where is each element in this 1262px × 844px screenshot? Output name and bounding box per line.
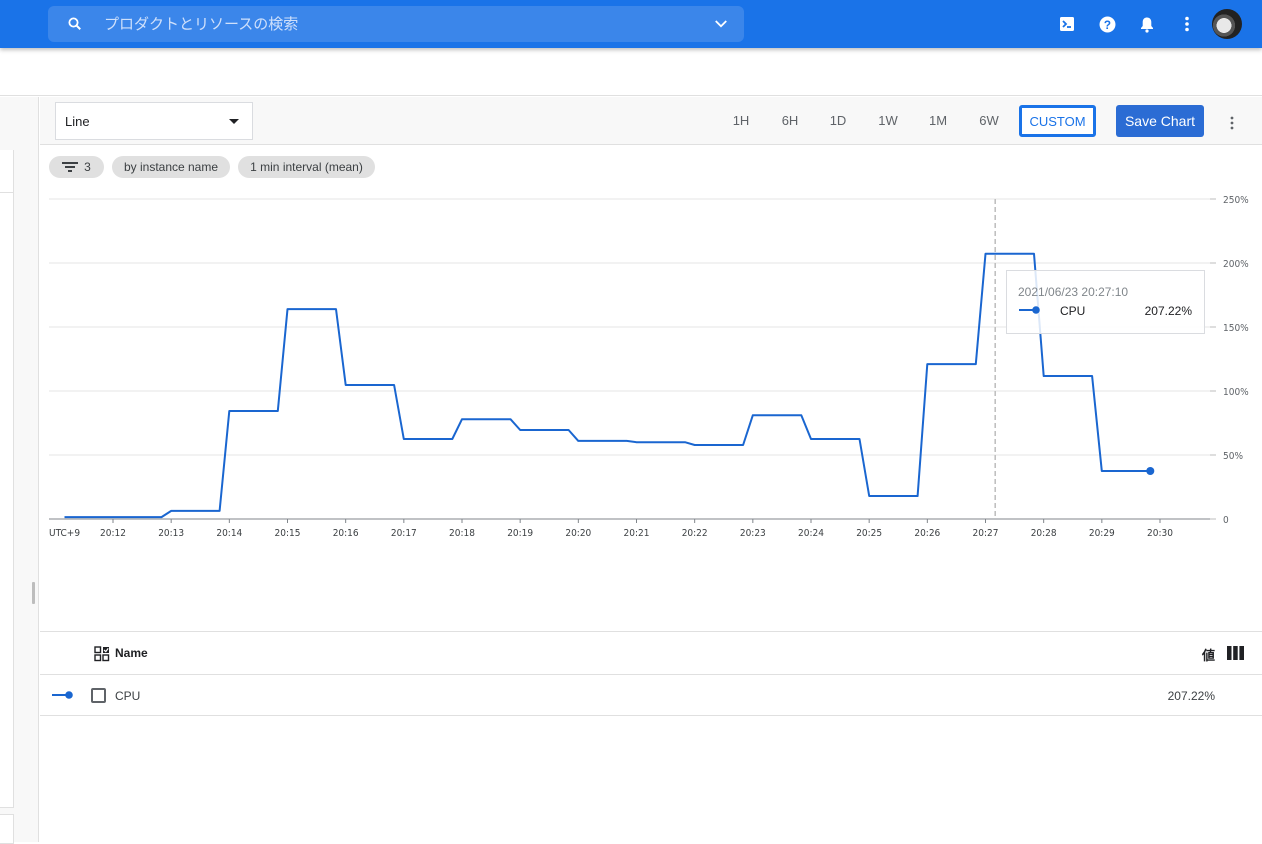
select-all-icon[interactable] <box>94 646 110 662</box>
name-column-header[interactable]: Name <box>115 646 148 660</box>
divider <box>0 192 14 193</box>
tooltip-series-name: CPU <box>1060 304 1086 318</box>
filter-chip[interactable]: 3 <box>49 156 104 178</box>
tooltip-series-value: 207.22% <box>1144 304 1192 318</box>
range-6h-button[interactable]: 6H <box>775 113 805 128</box>
left-panel-card <box>0 150 14 808</box>
x-tick-label: 20:27 <box>973 528 999 539</box>
x-tick-label: 20:26 <box>914 528 940 539</box>
chart-type-select[interactable]: Line <box>55 102 253 140</box>
chart-toolbar: Line 1H 6H 1D 1W 1M 6W CUSTOM Save Chart <box>40 97 1262 145</box>
x-tick-label: 20:22 <box>682 528 708 539</box>
left-panel-card-footer <box>0 814 14 844</box>
more-vert-icon[interactable] <box>1224 115 1240 131</box>
x-tick-label: 20:20 <box>565 528 591 539</box>
series-checkbox[interactable] <box>91 688 106 703</box>
value-column-header[interactable]: 値 <box>1202 645 1215 664</box>
group-by-chip[interactable]: by instance name <box>112 156 230 178</box>
x-tick-label: 20:15 <box>275 528 301 539</box>
y-tick-label: 150% <box>1223 323 1249 334</box>
x-tick-label: 20:29 <box>1089 528 1115 539</box>
search-bar[interactable] <box>48 6 744 42</box>
x-tick-label: 20:17 <box>391 528 417 539</box>
x-tick-label: 20:19 <box>507 528 533 539</box>
range-1d-button[interactable]: 1D <box>823 113 853 128</box>
series-line-cpu <box>64 252 1151 519</box>
y-tick-label: 0 <box>1223 515 1229 526</box>
y-tick-label: 250% <box>1223 195 1249 206</box>
avatar[interactable] <box>1212 9 1242 39</box>
chart-svg: UTC+9 20:12 20:13 20:14 20:15 20:16 20:17 20:18… <box>49 195 1249 539</box>
range-1h-button[interactable]: 1H <box>726 113 756 128</box>
tooltip-timestamp: 2021/06/23 20:27:10 <box>1018 285 1129 299</box>
x-tick-label: 20:12 <box>100 528 126 539</box>
chart-type-value: Line <box>65 113 90 129</box>
sub-header <box>0 48 1262 96</box>
range-1w-button[interactable]: 1W <box>873 113 903 128</box>
chart-tooltip: 2021/06/23 20:27:10 CPU 207.22% <box>1006 270 1205 334</box>
series-end-point <box>1146 467 1155 475</box>
search-icon <box>68 17 81 30</box>
chevron-down-icon[interactable] <box>712 15 730 33</box>
dropdown-arrow-icon <box>229 119 239 124</box>
more-vert-icon[interactable] <box>1176 13 1198 35</box>
legend-table: Name 値 CPU 207.22% <box>40 631 1262 842</box>
timezone-label: UTC+9 <box>49 528 80 539</box>
y-tick-label: 50% <box>1223 451 1243 462</box>
legend-series-name: CPU <box>115 689 141 703</box>
x-tick-label: 20:24 <box>798 528 824 539</box>
resize-handle[interactable] <box>32 582 35 604</box>
range-6w-button[interactable]: 6W <box>974 113 1004 128</box>
aggregation-chip[interactable]: 1 min interval (mean) <box>238 156 375 178</box>
x-tick-label: 20:21 <box>624 528 650 539</box>
x-tick-label: 20:23 <box>740 528 766 539</box>
filter-icon <box>62 162 79 172</box>
x-tick-label: 20:18 <box>449 528 475 539</box>
legend-series-value: 207.22% <box>1167 689 1215 703</box>
line-chart[interactable]: UTC+9 20:12 20:13 20:14 20:15 20:16 20:17 20:18… <box>40 180 1262 630</box>
filter-count: 3 <box>84 160 91 174</box>
top-app-bar: ? <box>0 0 1262 48</box>
x-tick-label: 20:13 <box>158 528 184 539</box>
column-picker-icon[interactable] <box>1227 646 1244 660</box>
legend-header: Name 値 <box>40 632 1262 675</box>
save-chart-button[interactable]: Save Chart <box>1116 105 1204 137</box>
notifications-icon[interactable] <box>1136 13 1158 35</box>
cloud-shell-icon[interactable] <box>1056 13 1078 35</box>
search-input[interactable] <box>104 6 704 42</box>
range-1m-button[interactable]: 1M <box>923 113 953 128</box>
x-tick-label: 20:16 <box>333 528 359 539</box>
svg-text:?: ? <box>1103 18 1110 31</box>
left-panel <box>0 97 39 844</box>
series-swatch-icon <box>1019 306 1040 314</box>
x-tick-label: 20:28 <box>1031 528 1057 539</box>
x-tick-label: 20:25 <box>856 528 882 539</box>
y-tick-label: 100% <box>1223 387 1249 398</box>
legend-row[interactable]: CPU 207.22% <box>40 676 1262 716</box>
help-icon[interactable]: ? <box>1096 13 1118 35</box>
series-swatch-icon <box>52 691 73 699</box>
x-tick-label: 20:30 <box>1147 528 1173 539</box>
custom-range-button[interactable]: CUSTOM <box>1019 105 1096 137</box>
y-tick-label: 200% <box>1223 259 1249 270</box>
x-tick-label: 20:14 <box>216 528 242 539</box>
